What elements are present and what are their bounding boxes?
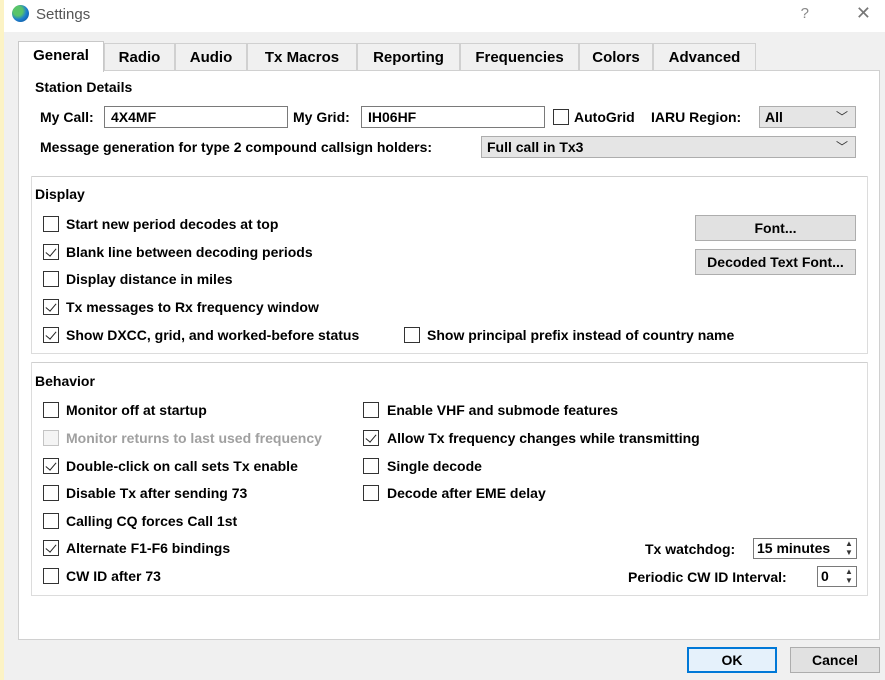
iaru-region-select[interactable]: All ﹀ <box>759 106 856 128</box>
ok-button[interactable]: OK <box>687 647 777 673</box>
tab-frequencies[interactable]: Frequencies <box>460 43 579 71</box>
tab-advanced[interactable]: Advanced <box>653 43 756 71</box>
autogrid-checkbox[interactable] <box>553 109 569 125</box>
tab-radio[interactable]: Radio <box>104 43 175 71</box>
my-grid-input[interactable]: IH06HF <box>361 106 545 128</box>
behavior-group-frame <box>31 362 868 596</box>
my-call-label: My Call: <box>40 109 94 125</box>
msg-gen-value: Full call in Tx3 <box>487 139 584 155</box>
my-call-input[interactable]: 4X4MF <box>104 106 288 128</box>
msg-gen-label: Message generation for type 2 compound c… <box>40 139 433 155</box>
chevron-down-icon: ﹀ <box>835 110 848 124</box>
tab-general[interactable]: General <box>18 41 104 72</box>
window-title: Settings <box>36 6 91 23</box>
app-globe-icon <box>12 5 29 22</box>
msg-gen-select[interactable]: Full call in Tx3 ﹀ <box>481 136 856 158</box>
tab-audio[interactable]: Audio <box>175 43 247 71</box>
help-button[interactable]: ? <box>801 5 809 22</box>
tab-colors[interactable]: Colors <box>579 43 653 71</box>
title-bar: Settings ? ✕ <box>4 0 885 32</box>
my-grid-label: My Grid: <box>293 109 350 125</box>
cancel-button[interactable]: Cancel <box>790 647 880 673</box>
station-details-title: Station Details <box>35 79 133 95</box>
autogrid-label: AutoGrid <box>574 109 635 125</box>
settings-window: Settings ? ✕ General Radio Audio Tx Macr… <box>0 0 885 680</box>
display-group-frame <box>31 176 868 354</box>
chevron-down-icon: ﹀ <box>835 140 848 154</box>
tab-reporting[interactable]: Reporting <box>357 43 460 71</box>
iaru-region-value: All <box>765 109 783 125</box>
close-icon[interactable]: ✕ <box>856 3 871 24</box>
tab-tx-macros[interactable]: Tx Macros <box>247 43 357 71</box>
iaru-region-label: IARU Region: <box>651 109 742 125</box>
general-tab-pane: Station Details My Call: 4X4MF My Grid: … <box>18 70 880 640</box>
